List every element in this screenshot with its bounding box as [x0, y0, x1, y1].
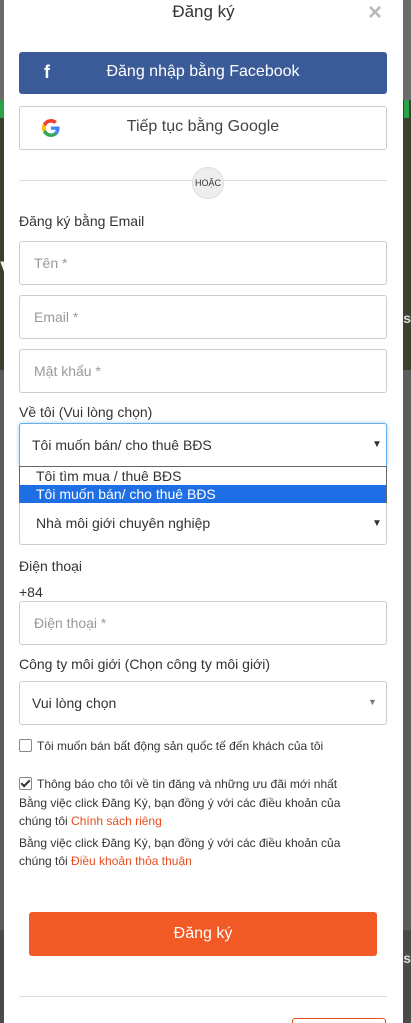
chevron-down-icon: ▼ — [372, 439, 382, 450]
notify-checkbox-row[interactable]: Thông báo cho tôi về tin đăng và những ư… — [19, 777, 337, 791]
modal-title: Đăng ký — [172, 2, 235, 21]
phone-field — [19, 601, 387, 645]
company-select-value: Vui lòng chọn — [32, 695, 117, 711]
register-submit-button[interactable]: Đăng ký — [29, 912, 377, 956]
email-field — [19, 295, 387, 339]
about-option: Nhà môi giới chuyên nghiệp — [36, 515, 211, 531]
notify-checkbox-label: Thông báo cho tôi về tin đăng và những ư… — [37, 777, 338, 791]
close-icon[interactable]: × — [368, 0, 382, 26]
phone-prefix: +84 — [19, 584, 43, 600]
name-input[interactable] — [32, 242, 366, 284]
bottom-divider — [19, 996, 387, 997]
privacy-policy-link[interactable]: Chính sách riêng — [71, 814, 162, 828]
about-option[interactable]: Tôi tìm mua / thuê BĐS — [20, 467, 386, 485]
company-label: Công ty môi giới (Chọn công ty môi giới) — [19, 656, 271, 672]
email-section-heading: Đăng ký bằng Email — [19, 213, 145, 229]
about-select-lower[interactable]: Nhà môi giới chuyên nghiệp ▼ — [19, 503, 387, 545]
facebook-login-label: Đăng nhập bằng Facebook — [106, 63, 300, 80]
terms-agreement: Bằng việc click Đăng Ký, bạn đồng ý với … — [19, 834, 369, 870]
international-checkbox[interactable] — [19, 739, 32, 752]
chevron-down-icon: ▼ — [372, 518, 382, 529]
about-option-highlighted[interactable]: Tôi muốn bán/ cho thuê BĐS — [20, 485, 386, 503]
company-select[interactable]: Vui lòng chọn ▼ — [19, 681, 387, 725]
chevron-down-icon: ▼ — [368, 697, 377, 707]
phone-label: Điện thoại — [19, 558, 83, 574]
password-field — [19, 349, 387, 393]
phone-input[interactable] — [32, 602, 366, 644]
about-select-value: Tôi muốn bán/ cho thuê BĐS — [32, 437, 212, 453]
backdrop-accent-right — [404, 100, 409, 118]
secondary-button[interactable] — [292, 1018, 386, 1023]
or-divider-badge: HOẶC — [192, 167, 224, 199]
password-input[interactable] — [32, 350, 366, 392]
international-checkbox-label: Tôi muốn bán bất động sản quốc tế đến kh… — [37, 739, 324, 753]
about-dropdown-list: Tôi tìm mua / thuê BĐS Tôi muốn bán/ cho… — [19, 466, 387, 504]
international-checkbox-row[interactable]: Tôi muốn bán bất động sản quốc tế đến kh… — [19, 739, 323, 753]
about-select[interactable]: Tôi muốn bán/ cho thuê BĐS ▼ — [19, 423, 387, 468]
terms-privacy: Bằng việc click Đăng Ký, bạn đồng ý với … — [19, 794, 369, 830]
register-modal: Đăng ký × f Đăng nhập bằng Facebook Tiếp… — [4, 0, 403, 1023]
google-login-label: Tiếp tục bằng Google — [126, 118, 280, 135]
terms-privacy-text: Bằng việc click Đăng Ký, bạn đồng ý với … — [19, 796, 341, 828]
google-login-button[interactable]: Tiếp tục bằng Google — [19, 106, 387, 150]
about-label: Về tôi (Vui lòng chọn) — [19, 404, 153, 420]
facebook-login-button[interactable]: f Đăng nhập bằng Facebook — [19, 52, 387, 94]
notify-checkbox[interactable] — [19, 777, 32, 790]
terms-agreement-link[interactable]: Điều khoản thỏa thuận — [71, 854, 192, 868]
email-input[interactable] — [32, 296, 366, 338]
name-field — [19, 241, 387, 285]
backdrop-text-right: s — [403, 310, 411, 326]
